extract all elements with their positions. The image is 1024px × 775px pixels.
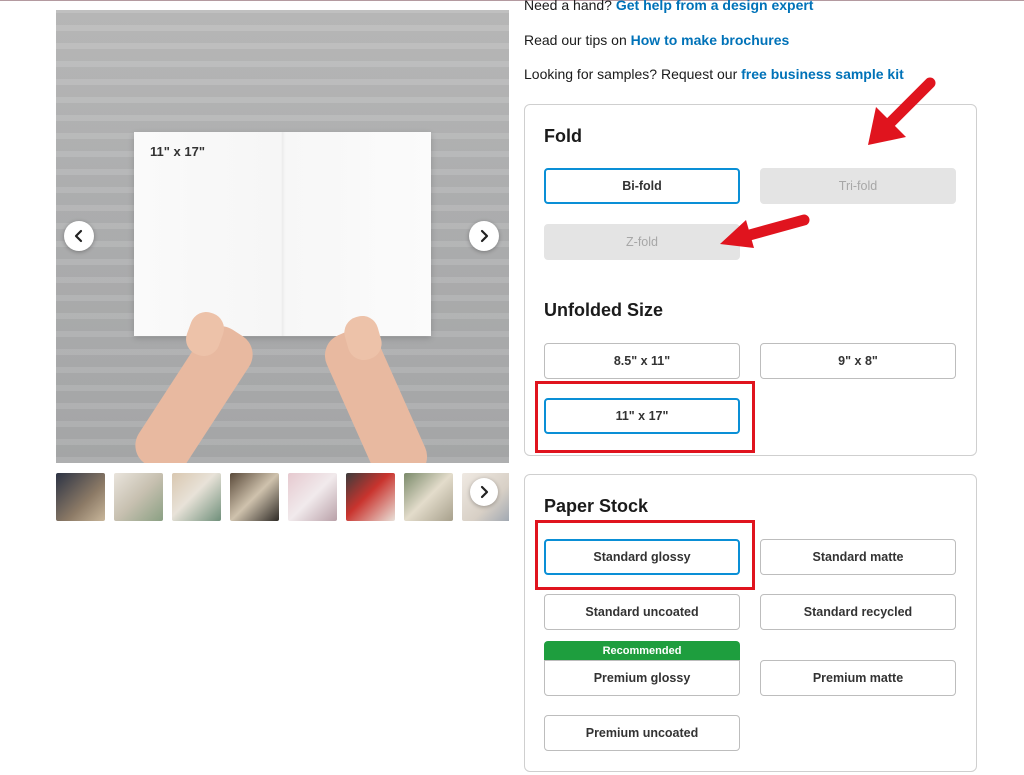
thumbnail-2[interactable] xyxy=(114,473,163,521)
unfolded-size-title: Unfolded Size xyxy=(544,300,664,320)
fold-option-tri-fold[interactable]: Tri-fold xyxy=(760,168,956,204)
thumbnail-1[interactable] xyxy=(56,473,105,521)
product-image: 11" x 17" xyxy=(56,10,509,463)
chevron-right-icon xyxy=(480,485,489,499)
stock-option-premium-matte[interactable]: Premium matte xyxy=(760,660,956,696)
chevron-right-icon xyxy=(480,229,489,243)
fold-title: Fold xyxy=(544,126,582,146)
help-line-design-expert: Need a hand? Get help from a design expe… xyxy=(524,0,813,13)
size-option-9x8[interactable]: 9" x 8" xyxy=(760,343,956,379)
top-divider xyxy=(0,0,1024,1)
how-to-make-brochures-link[interactable]: How to make brochures xyxy=(631,32,790,48)
annotation-highlight-stock xyxy=(535,520,755,590)
recommended-badge: Recommended xyxy=(544,641,740,661)
annotation-arrow-tri-fold-icon xyxy=(868,77,936,145)
annotation-arrow-z-fold-icon xyxy=(720,214,810,248)
thumbnail-3[interactable] xyxy=(172,473,221,521)
design-expert-link[interactable]: Get help from a design expert xyxy=(616,0,814,13)
stock-option-standard-recycled[interactable]: Standard recycled xyxy=(760,594,956,630)
thumbnail-4[interactable] xyxy=(230,473,279,521)
thumbnail-6[interactable] xyxy=(346,473,395,521)
annotation-highlight-size xyxy=(535,381,755,453)
fold-option-z-fold[interactable]: Z-fold xyxy=(544,224,740,260)
previous-image-button[interactable] xyxy=(64,221,94,251)
next-image-button[interactable] xyxy=(469,221,499,251)
size-option-8-5x11[interactable]: 8.5" x 11" xyxy=(544,343,740,379)
brochure-paper: 11" x 17" xyxy=(134,132,431,336)
thumbnail-7[interactable] xyxy=(404,473,453,521)
thumbnail-strip xyxy=(56,473,509,521)
thumbnail-5[interactable] xyxy=(288,473,337,521)
image-size-label: 11" x 17" xyxy=(150,144,205,159)
stock-option-premium-glossy[interactable]: Premium glossy xyxy=(544,660,740,696)
fold-option-bi-fold[interactable]: Bi-fold xyxy=(544,168,740,204)
thumbnails-next-button[interactable] xyxy=(470,478,498,506)
stock-option-premium-uncoated[interactable]: Premium uncoated xyxy=(544,715,740,751)
chevron-left-icon xyxy=(74,229,83,243)
stock-option-standard-uncoated[interactable]: Standard uncoated xyxy=(544,594,740,630)
paper-stock-title: Paper Stock xyxy=(544,496,649,516)
help-line-samples: Looking for samples? Request our free bu… xyxy=(524,66,904,82)
stock-option-standard-matte[interactable]: Standard matte xyxy=(760,539,956,575)
help-line-tips: Read our tips on How to make brochures xyxy=(524,32,790,48)
